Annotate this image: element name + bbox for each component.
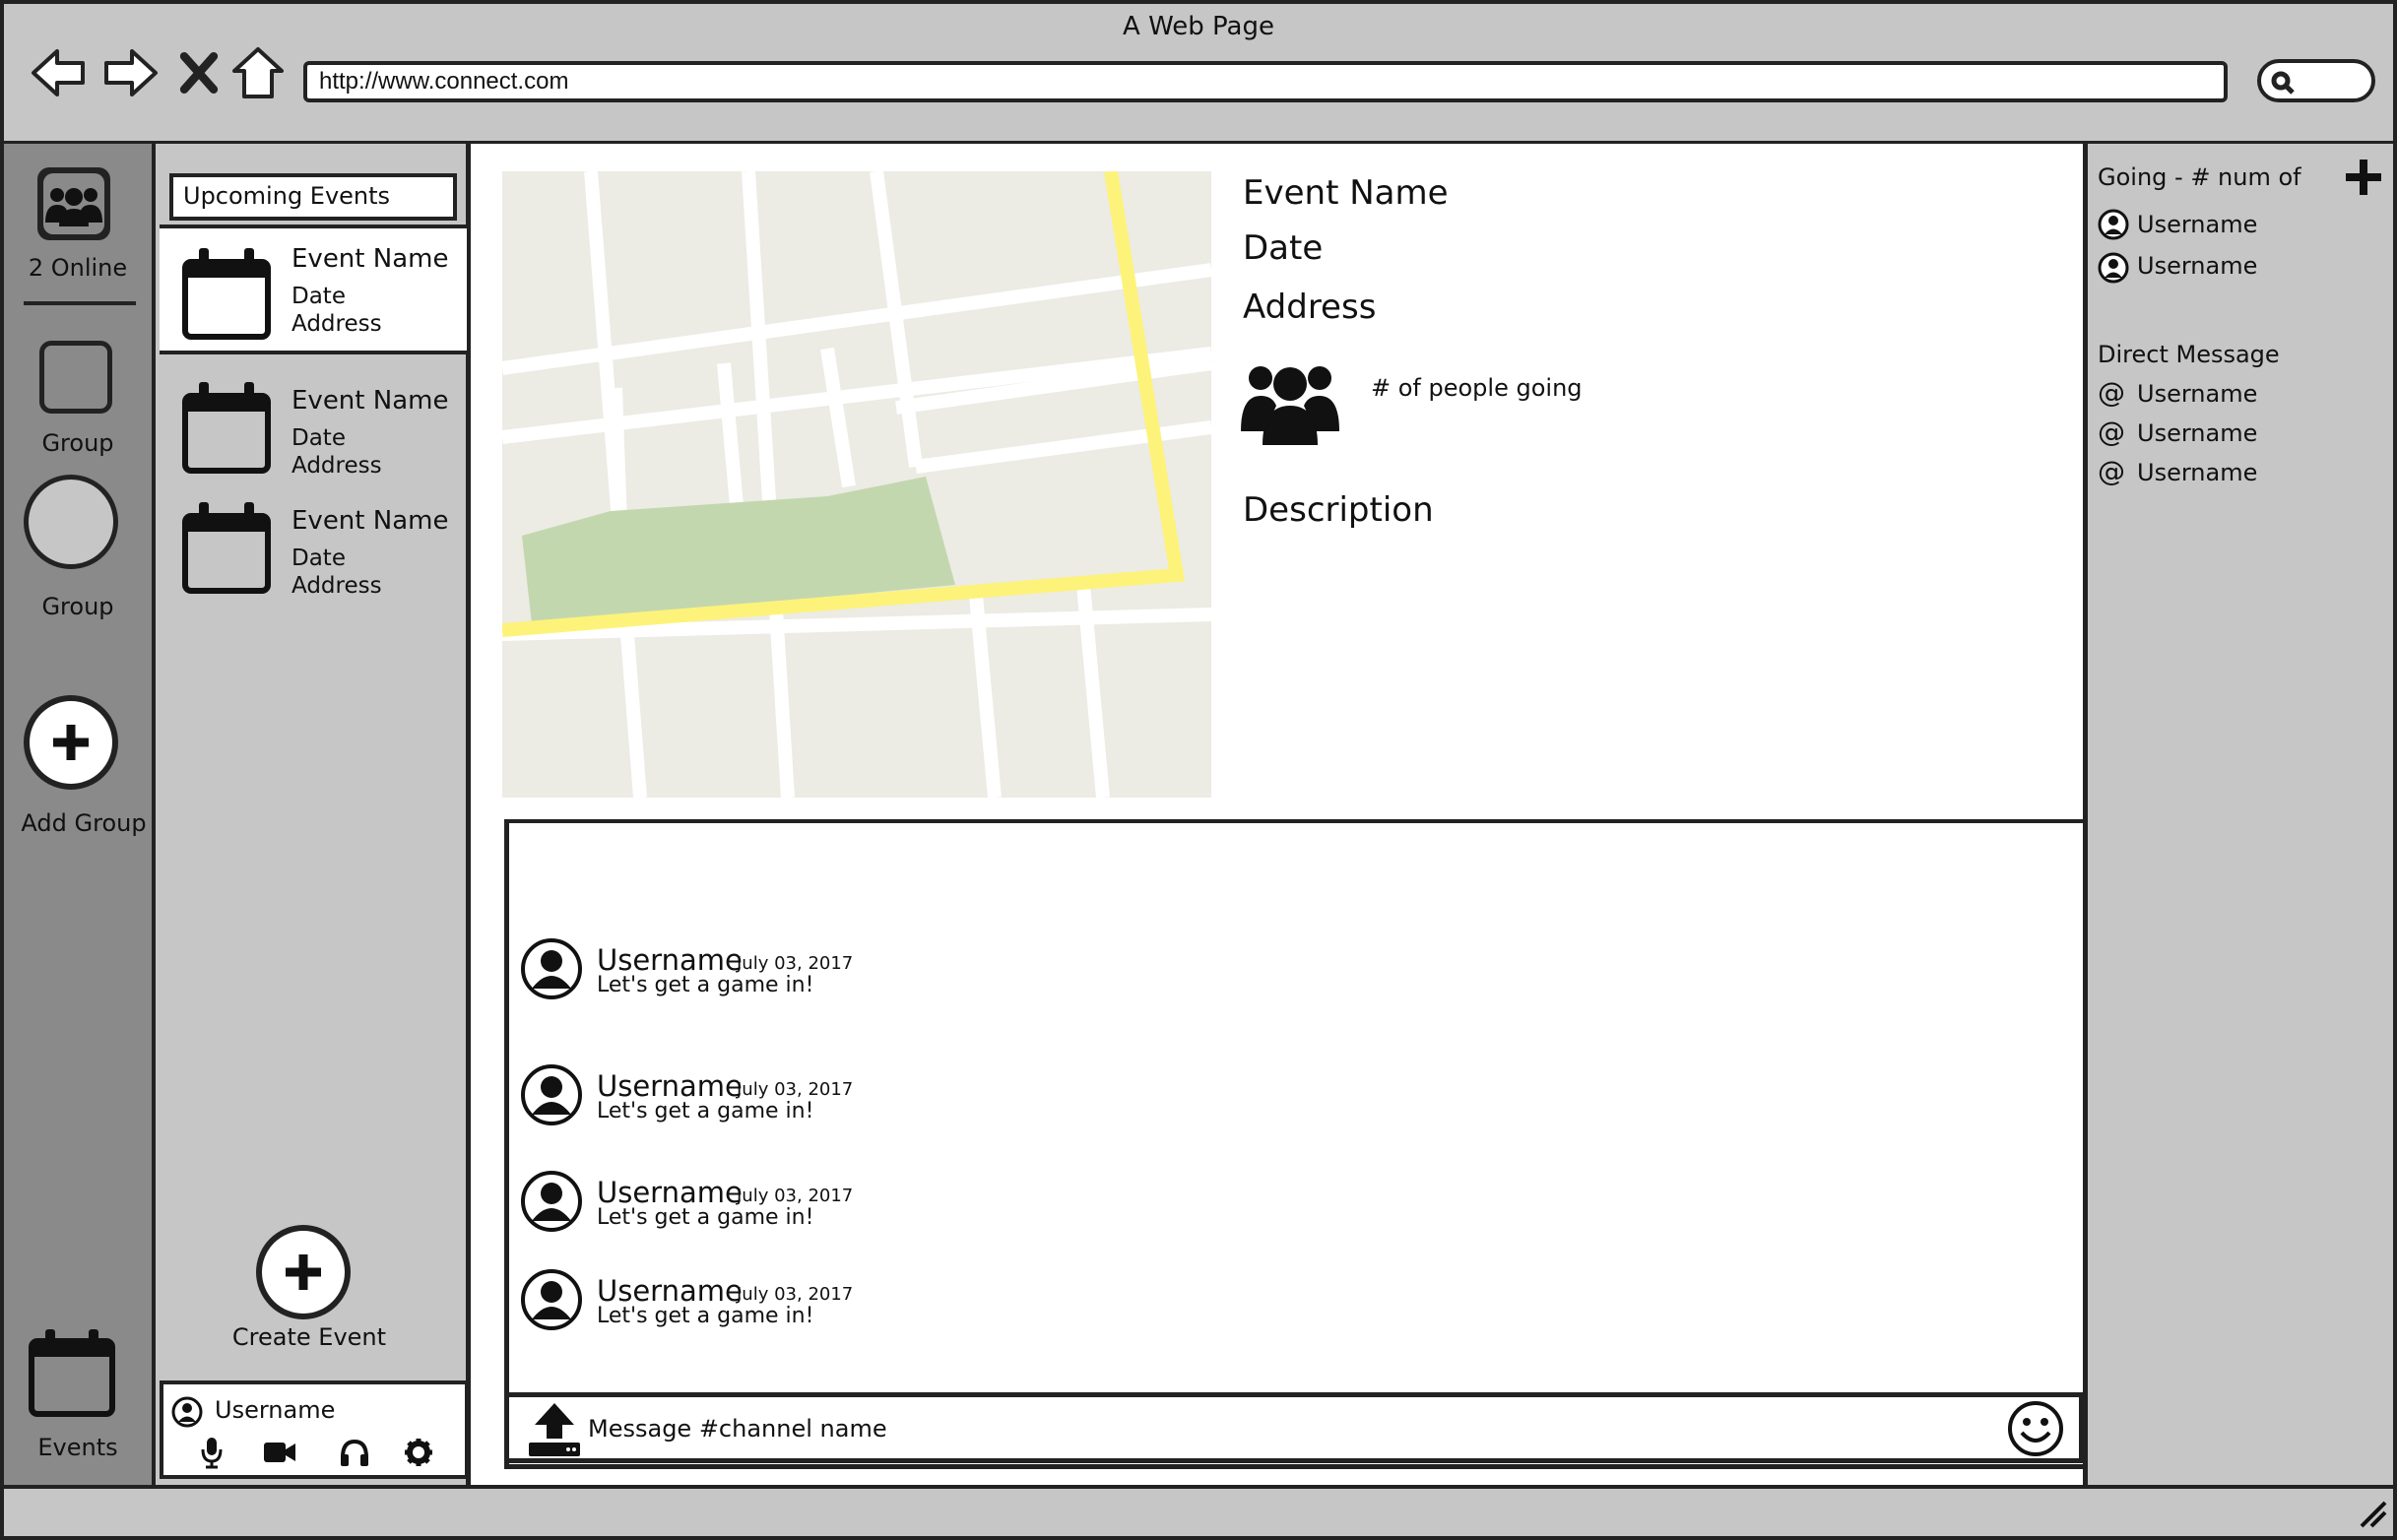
event-description: Description (1243, 490, 1434, 530)
event-address: Address (292, 311, 382, 337)
message-date: July 03, 2017 (737, 1079, 854, 1100)
message-username: Username (597, 1274, 743, 1308)
calendar-icon[interactable] (28, 1327, 116, 1418)
chat-message: Username July 03, 2017 Let's get a game … (520, 937, 1308, 1006)
add-going-icon[interactable] (2344, 158, 2383, 197)
dm-username[interactable]: Username (2137, 419, 2257, 447)
user-avatar-icon (521, 1269, 582, 1330)
events-label: Events (37, 1434, 118, 1461)
user-avatar-icon (521, 938, 582, 999)
going-username[interactable]: Username (2137, 211, 2257, 238)
going-header: Going - # num of (2098, 163, 2301, 191)
message-date: July 03, 2017 (737, 953, 854, 974)
event-date: Date (292, 425, 346, 451)
dm-username[interactable]: Username (2137, 459, 2257, 486)
forward-icon[interactable] (100, 43, 160, 102)
event-name: Event Name (292, 244, 449, 274)
create-event-label: Create Event (231, 1323, 387, 1351)
user-avatar-icon (521, 1064, 582, 1125)
user-avatar-icon (2098, 209, 2129, 240)
user-avatar-icon (2098, 252, 2129, 284)
at-icon: @ (2098, 376, 2125, 409)
group-label-1: Group (41, 429, 114, 457)
browser-search[interactable] (2257, 59, 2375, 102)
event-address: Address (292, 573, 382, 599)
current-username: Username (215, 1396, 336, 1424)
dm-username[interactable]: Username (2137, 380, 2257, 408)
calendar-icon (182, 382, 271, 474)
calendar-icon (182, 502, 271, 594)
user-avatar-icon (521, 1171, 582, 1232)
event-name: Event Name (292, 506, 449, 536)
message-username: Username (597, 1176, 743, 1209)
message-username: Username (597, 1069, 743, 1103)
emoji-icon[interactable] (2006, 1399, 2065, 1458)
people-going: # of people going (1371, 374, 1583, 402)
at-icon: @ (2098, 455, 2125, 487)
event-date-detail: Date (1243, 228, 1324, 268)
event-card[interactable]: Event Name Date Address (160, 364, 467, 494)
message-date: July 03, 2017 (737, 1186, 854, 1206)
chat-message: Username July 03, 2017 Let's get a game … (520, 1170, 1308, 1239)
event-address-detail: Address (1243, 288, 1377, 327)
event-date: Date (292, 545, 346, 571)
message-input[interactable]: Message #channel name (588, 1415, 887, 1443)
user-panel: Username (160, 1380, 469, 1479)
user-avatar-icon (171, 1396, 203, 1428)
address-bar[interactable]: http://www.connect.com (303, 61, 2228, 102)
event-address: Address (292, 453, 382, 479)
back-icon[interactable] (30, 43, 89, 102)
upcoming-events-header: Upcoming Events (169, 173, 457, 221)
chat-divider (504, 819, 2088, 823)
gear-icon[interactable] (404, 1438, 433, 1467)
app-window: A Web Page http://www.connect.com 2 Onli… (0, 0, 2397, 1540)
home-icon[interactable] (228, 43, 288, 102)
add-group-label: Add Group (21, 809, 147, 837)
window-title: A Web Page (1123, 12, 1274, 41)
status-bar (0, 1485, 2397, 1540)
rail-divider (24, 301, 136, 305)
chat-area (504, 819, 2088, 1469)
video-camera-icon[interactable] (262, 1440, 297, 1465)
message-text: Let's get a game in! (597, 1304, 814, 1328)
add-group-icon[interactable] (22, 693, 120, 792)
calendar-icon (182, 248, 271, 340)
search-icon (2271, 71, 2295, 95)
direct-message-header: Direct Message (2098, 341, 2280, 368)
create-event-icon[interactable] (254, 1223, 353, 1321)
message-text: Let's get a game in! (597, 1099, 814, 1123)
event-title: Event Name (1243, 173, 1449, 213)
going-username[interactable]: Username (2137, 252, 2257, 280)
chat-message: Username July 03, 2017 Let's get a game … (520, 1268, 1308, 1337)
people-icon (1241, 366, 1339, 445)
message-text: Let's get a game in! (597, 973, 814, 997)
group-circle[interactable] (24, 475, 118, 569)
upload-icon[interactable] (525, 1401, 584, 1458)
at-icon: @ (2098, 416, 2125, 448)
event-date: Date (292, 284, 346, 309)
group-label-2: Group (41, 593, 114, 620)
event-map[interactable] (502, 171, 1211, 798)
message-input-bar[interactable]: Message #channel name (504, 1392, 2084, 1463)
message-text: Let's get a game in! (597, 1205, 814, 1230)
microphone-icon[interactable] (199, 1436, 225, 1469)
event-name: Event Name (292, 386, 449, 416)
chat-message: Username July 03, 2017 Let's get a game … (520, 1063, 1308, 1132)
event-card[interactable]: Event Name Date Address (160, 484, 467, 614)
message-username: Username (597, 943, 743, 977)
server-avatar-icon[interactable] (35, 165, 112, 242)
resize-grip-icon[interactable] (2358, 1499, 2387, 1528)
close-icon[interactable] (171, 43, 227, 102)
headphones-icon[interactable] (339, 1438, 370, 1467)
group-square[interactable] (39, 341, 112, 414)
event-card[interactable]: Event Name Date Address (160, 225, 467, 354)
online-count: 2 Online (28, 254, 128, 282)
message-date: July 03, 2017 (737, 1284, 854, 1305)
